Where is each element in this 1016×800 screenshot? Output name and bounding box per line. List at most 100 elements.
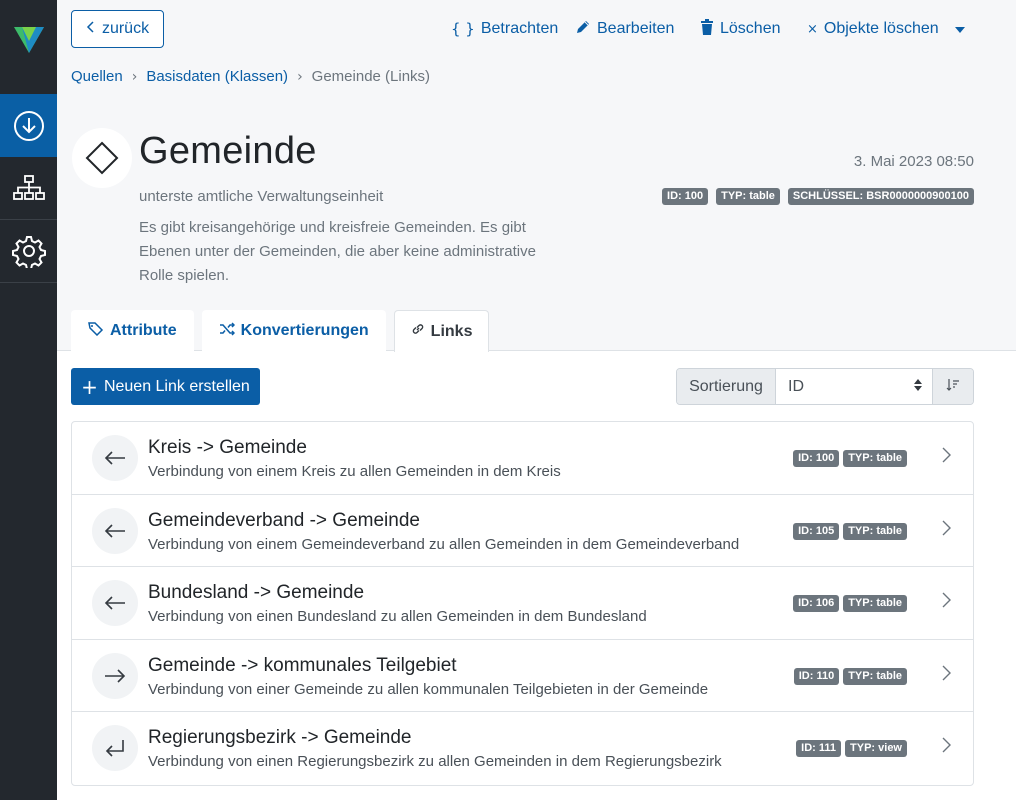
- link-badges: ID: 110 TYP: table: [793, 667, 907, 685]
- breadcrumb-item-basisdaten[interactable]: Basisdaten (Klassen): [146, 68, 288, 85]
- arrow-left-icon: [92, 580, 138, 626]
- back-button-label: zurück: [101, 20, 150, 37]
- chevron-left-icon: [86, 20, 94, 38]
- back-button[interactable]: zurück: [71, 10, 164, 48]
- type-badge: TYP: table: [843, 450, 907, 467]
- type-badge: TYP: table: [716, 188, 780, 205]
- timestamp: 3. Mai 2023 08:50: [853, 153, 974, 170]
- breadcrumb: Quellen › Basisdaten (Klassen) › Gemeind…: [71, 68, 430, 85]
- link-badges: ID: 100 TYP: table: [793, 450, 907, 467]
- chevron-right-icon: [941, 447, 951, 468]
- link-description: Verbindung von einen Bundesland zu allen…: [148, 608, 647, 625]
- hierarchy-icon: [12, 175, 45, 200]
- link-title: Bundesland -> Gemeinde: [148, 582, 365, 603]
- pencil-icon: [575, 19, 591, 40]
- caret-down-icon: [955, 20, 965, 38]
- entity-avatar: [72, 128, 132, 188]
- sort-caret-icon: [914, 378, 922, 396]
- delete-button[interactable]: Löschen: [700, 18, 781, 40]
- gear-icon: [11, 236, 46, 268]
- id-badge: ID: 110: [793, 667, 840, 685]
- link-badges: ID: 105 TYP: table: [793, 522, 907, 540]
- sort-select-value: ID: [788, 377, 804, 395]
- tab-label: Attribute: [110, 322, 177, 339]
- chevron-right-icon: ›: [131, 68, 138, 85]
- close-icon: ×: [807, 21, 818, 37]
- link-title: Gemeinde -> kommunales Teilgebiet: [148, 654, 457, 676]
- tab-label: Konvertierungen: [240, 322, 369, 339]
- id-badge: ID: 100: [662, 188, 709, 205]
- id-badge: ID: 111: [796, 740, 842, 757]
- chevron-right-icon: [941, 737, 951, 758]
- braces-icon: { }: [451, 20, 475, 38]
- new-link-button[interactable]: + Neuen Link erstellen: [71, 368, 260, 405]
- sort-label: Sortierung: [677, 369, 776, 404]
- links-list: Kreis -> Gemeinde Verbindung von einem K…: [71, 421, 974, 786]
- diamond-icon: [85, 141, 119, 175]
- download-icon: [13, 110, 44, 141]
- tab-attribute[interactable]: Attribute: [71, 310, 194, 351]
- breadcrumb-item-current: Gemeinde (Links): [311, 68, 431, 85]
- type-badge: TYP: table: [843, 522, 907, 540]
- id-badge: ID: 106: [793, 595, 840, 612]
- link-description: Verbindung von einem Kreis zu allen Geme…: [148, 463, 561, 480]
- id-badge: ID: 100: [793, 450, 840, 467]
- header-badges: ID: 100 TYP: table SCHLÜSSEL: BSR0000000…: [662, 188, 974, 205]
- view-button-label: Betrachten: [480, 20, 559, 37]
- sort-select[interactable]: ID: [776, 369, 933, 404]
- key-badge: SCHLÜSSEL: BSR0000000900100: [787, 188, 974, 205]
- tab-konvertierungen[interactable]: Konvertierungen: [201, 310, 386, 351]
- list-item[interactable]: Regierungsbezirk -> Gemeinde Verbindung …: [72, 712, 973, 785]
- more-actions-dropdown[interactable]: [955, 18, 965, 40]
- list-item[interactable]: Kreis -> Gemeinde Verbindung von einem K…: [72, 422, 973, 495]
- chevron-right-icon: [941, 592, 951, 613]
- sidebar-item-hierarchy[interactable]: [0, 157, 57, 220]
- shuffle-icon: [219, 321, 235, 341]
- link-description: Verbindung von einen Regierungsbezirk zu…: [148, 753, 722, 770]
- plus-icon: +: [81, 374, 98, 399]
- edit-button[interactable]: Bearbeiten: [575, 18, 674, 40]
- arrow-left-icon: [92, 507, 138, 554]
- list-item[interactable]: Gemeinde -> kommunales Teilgebiet Verbin…: [72, 640, 973, 712]
- tab-links[interactable]: Links: [393, 310, 490, 352]
- tab-label: Links: [430, 322, 473, 340]
- link-title: Gemeindeverband -> Gemeinde: [148, 509, 420, 531]
- edit-button-label: Bearbeiten: [597, 20, 675, 37]
- link-icon: [411, 322, 425, 341]
- trash-icon: [700, 18, 714, 40]
- list-item[interactable]: Gemeindeverband -> Gemeinde Verbindung v…: [72, 495, 973, 567]
- return-arrow-icon: [92, 725, 138, 771]
- link-badges: ID: 111 TYP: view: [796, 740, 907, 757]
- sidebar-item-settings[interactable]: [0, 220, 57, 283]
- link-title: Regierungsbezirk -> Gemeinde: [148, 727, 412, 748]
- page-header: zurück { } Betrachten Bearbeiten Löschen…: [57, 0, 1016, 352]
- list-item[interactable]: Bundesland -> Gemeinde Verbindung von ei…: [72, 567, 973, 640]
- page-subtitle: unterste amtliche Verwaltungseinheit: [139, 188, 384, 205]
- breadcrumb-item-quellen[interactable]: Quellen: [71, 68, 123, 85]
- page-title: Gemeinde: [139, 130, 317, 172]
- type-badge: TYP: table: [843, 595, 907, 612]
- sort-direction-button[interactable]: [933, 369, 973, 404]
- chevron-right-icon: [941, 520, 951, 541]
- page-description: Es gibt kreisangehörige und kreisfreie G…: [139, 219, 536, 284]
- chevron-right-icon: [941, 665, 951, 686]
- type-badge: TYP: table: [843, 667, 907, 685]
- link-title: Kreis -> Gemeinde: [148, 437, 307, 458]
- tags-icon: [88, 321, 104, 341]
- id-badge: ID: 105: [793, 522, 840, 540]
- sort-descending-icon: [946, 378, 960, 395]
- sidebar-item-download[interactable]: [0, 94, 57, 157]
- link-description: Verbindung von einer Gemeinde zu allen k…: [148, 680, 709, 698]
- arrow-left-icon: [92, 435, 138, 481]
- delete-button-label: Löschen: [720, 20, 781, 37]
- brand-logo[interactable]: [0, 0, 57, 80]
- link-description: Verbindung von einem Gemeindeverband zu …: [148, 535, 740, 553]
- sort-control: Sortierung ID: [676, 368, 974, 405]
- chevron-right-icon: ›: [297, 68, 303, 85]
- link-badges: ID: 106 TYP: table: [793, 595, 907, 612]
- delete-objects-button[interactable]: × Objekte löschen: [807, 18, 939, 40]
- sidebar: [0, 0, 57, 800]
- arrow-right-icon: [92, 652, 138, 699]
- view-button[interactable]: { } Betrachten: [451, 18, 558, 40]
- new-link-button-label: Neuen Link erstellen: [103, 377, 250, 395]
